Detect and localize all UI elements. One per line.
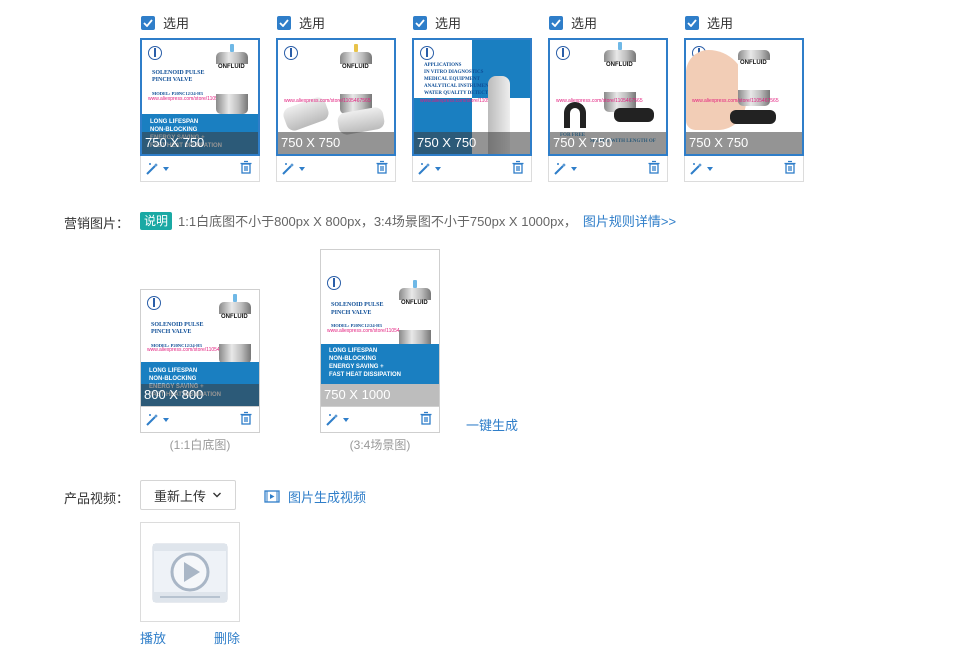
trash-icon [648,160,660,174]
trash-icon [512,160,524,174]
chevron-down-icon [163,166,169,171]
checkmark-icon [415,18,425,27]
select-label: 选用 [435,16,462,31]
image-to-video-link[interactable]: 图片生成视频 [288,487,366,506]
selected-image[interactable]: ONFLUID www.aliexpress.com/store/1105467… [684,38,804,156]
video-icon [264,490,280,503]
image-size-label: 800 X 800 [141,384,259,406]
delete-image-button[interactable] [783,160,797,177]
image-size-label: 750 X 750 [142,132,258,154]
marketing-square-card: SOLENOID PULSE PINCH VALVE MODEL: P20NC1… [140,289,260,453]
select-label: 选用 [707,16,734,31]
image-to-video[interactable]: 图片生成视频 [264,487,366,506]
delete-image-button[interactable] [647,160,661,177]
magic-wand-icon [554,162,566,175]
chevron-down-icon [707,166,713,171]
select-label: 选用 [571,16,598,31]
trash-icon [784,160,796,174]
delete-image-button[interactable] [511,160,525,177]
chevron-down-icon [435,166,441,171]
magic-edit-button[interactable] [689,162,713,176]
select-label: 选用 [299,16,326,31]
selected-image[interactable]: ONFLUID www.aliexpress.com/store/1105467… [548,38,668,156]
magic-edit-button[interactable] [281,162,305,176]
image-caption: (1:1白底图) [169,438,231,452]
magic-wand-icon [326,413,338,426]
marketing-square-image[interactable]: SOLENOID PULSE PINCH VALVE MODEL: P20NC1… [140,289,260,407]
trash-icon [240,411,252,425]
image-caption: (3:4场景图) [349,438,411,452]
magic-edit-button[interactable] [145,162,169,176]
checkmark-icon [551,18,561,27]
select-checkbox[interactable] [549,15,563,30]
delete-video-link[interactable]: 删除 [214,628,240,647]
one-click-generate-link[interactable]: 一键生成 [466,415,518,434]
selected-image[interactable]: SOLENOID PULSE PINCH VALVE MODEL: P20NC1… [140,38,260,156]
chevron-down-icon [343,417,349,422]
magic-edit-button[interactable] [417,162,441,176]
magic-wand-icon [146,413,158,426]
magic-edit-button[interactable] [145,413,169,427]
magic-wand-icon [146,162,158,175]
trash-icon [240,160,252,174]
video-label: 产品视频： [64,491,130,506]
reupload-label: 重新上传 [153,488,206,504]
reupload-button[interactable]: 重新上传 [140,480,236,510]
selected-image[interactable]: ONFLUID www.aliexpress.com/store/1105467… [276,38,396,156]
marketing-portrait-image[interactable]: SOLENOID PULSE PINCH VALVE MODEL: P20NC1… [320,249,440,407]
delete-image-button[interactable] [239,160,253,177]
magic-wand-icon [690,162,702,175]
delete-image-button[interactable] [239,411,253,428]
delete-image-button[interactable] [419,411,433,428]
image-size-label: 750 X 750 [278,132,394,154]
marketing-label: 营销图片： [64,216,130,231]
image-size-label: 750 X 750 [550,132,666,154]
magic-wand-icon [282,162,294,175]
trash-icon [420,411,432,425]
select-label: 选用 [163,16,190,31]
magic-wand-icon [418,162,430,175]
chevron-down-icon [571,166,577,171]
selected-image[interactable]: APPLICATIONS IN VITRO DIAGNOSTICS MEDICA… [412,38,532,156]
image-size-label: 750 X 750 [686,132,802,154]
image-size-label: 750 X 750 [414,132,530,154]
selected-image-card: 选用 SOLENOID PULSE PINCH VALVE MODEL: P20… [140,13,260,182]
selected-image-card: 选用 ONFLUID www.aliexpress.com/store/1105… [276,13,396,182]
marketing-hint: 1:1白底图不小于800px X 800px，3:4场景图不小于750px X … [178,214,577,229]
product-image: SOLENOID PULSE PINCH VALVE MODEL: P20NC1… [321,250,439,406]
checkmark-icon [687,18,697,27]
selected-image-card: 选用 ONFLUID www.aliexpress.com/store/1105… [548,13,668,182]
chevron-down-icon [299,166,305,171]
magic-edit-button[interactable] [325,413,349,427]
marketing-portrait-card: SOLENOID PULSE PINCH VALVE MODEL: P20NC1… [320,249,440,453]
select-checkbox[interactable] [413,15,427,30]
magic-edit-button[interactable] [553,162,577,176]
selected-image-card: 选用 APPLICATIONS IN VITRO DIAGNOSTICS MED… [412,13,532,182]
selected-image-card: 选用 ONFLUID www.aliexpress.com/store/1105… [684,13,804,182]
checkmark-icon [143,18,153,27]
image-rules-link[interactable]: 图片规则详情>> [583,211,676,230]
info-badge: 说明 [140,211,173,230]
chevron-down-icon [213,492,221,498]
delete-image-button[interactable] [375,160,389,177]
select-checkbox[interactable] [277,15,291,30]
checkmark-icon [279,18,289,27]
video-thumbnail[interactable] [140,522,240,622]
select-checkbox[interactable] [141,15,155,30]
trash-icon [376,160,388,174]
select-checkbox[interactable] [685,15,699,30]
image-size-label: 750 X 1000 [321,384,439,406]
chevron-down-icon [163,417,169,422]
video-play-icon [152,543,228,603]
play-video-link[interactable]: 播放 [140,628,166,647]
